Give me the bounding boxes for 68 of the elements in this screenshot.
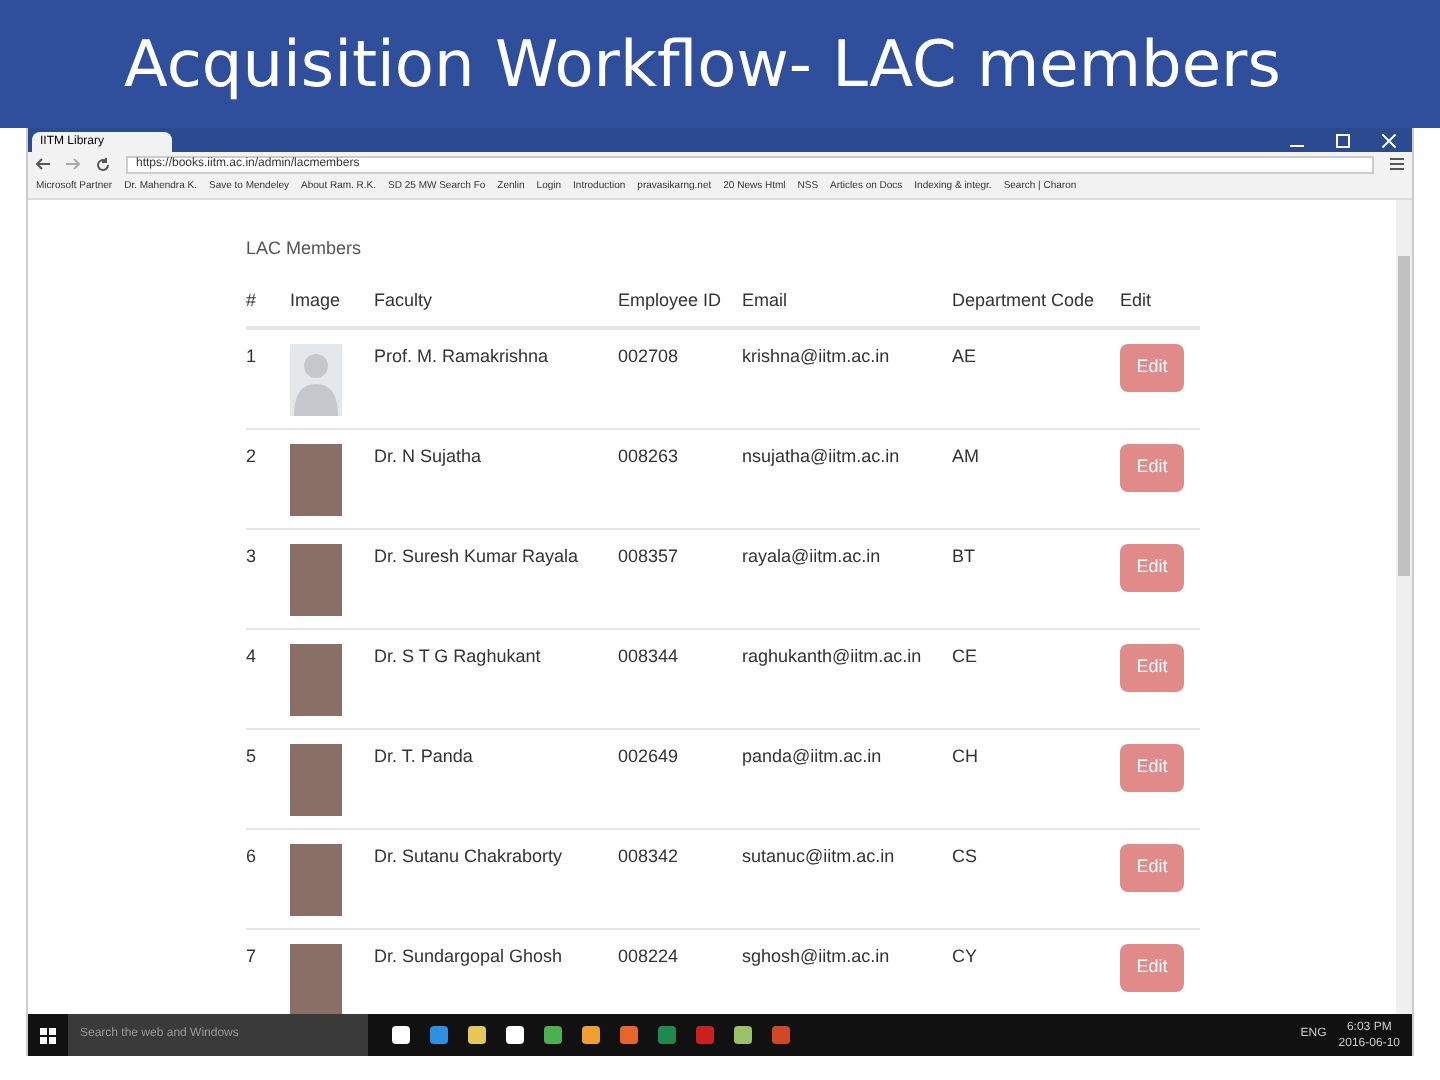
department-code: BT [952, 546, 976, 566]
photo-placeholder [290, 544, 342, 616]
employee-id: 002708 [618, 346, 679, 366]
slide-title: Acquisition Workflow- LAC members [124, 24, 1281, 106]
taskbar-app-icon[interactable] [658, 1026, 676, 1044]
email-address: rayala@iitm.ac.in [742, 546, 881, 566]
row-number: 4 [246, 646, 257, 666]
department-code: CE [952, 646, 978, 666]
department-code: AE [952, 346, 977, 366]
faculty-name: Dr. Suresh Kumar Rayala [374, 546, 579, 566]
column-header: # [246, 289, 257, 309]
taskbar-app-icon[interactable] [468, 1026, 486, 1044]
employee-id: 008344 [618, 646, 679, 666]
email-address: sghosh@iitm.ac.in [742, 946, 890, 966]
column-header: Department Code [952, 289, 1095, 309]
taskbar-app-icon[interactable] [734, 1026, 752, 1044]
faculty-name: Dr. N Sujatha [374, 446, 482, 466]
department-code: AM [952, 446, 979, 466]
taskbar-app-icon[interactable] [430, 1026, 448, 1044]
photo-placeholder [290, 444, 342, 516]
faculty-name: Dr. T. Panda [374, 746, 473, 766]
column-header: Employee ID [618, 289, 722, 309]
taskbar-app-icon[interactable] [544, 1026, 562, 1044]
faculty-name: Dr. S T G Raghukant [374, 646, 541, 666]
employee-id: 008224 [618, 946, 679, 966]
taskbar-app-icon[interactable] [582, 1026, 600, 1044]
column-header: Image [290, 289, 341, 309]
email-address: panda@iitm.ac.in [742, 746, 882, 766]
menu-icon[interactable] [1390, 158, 1404, 170]
column-header: Email [742, 289, 788, 309]
employee-id: 002649 [618, 746, 679, 766]
taskbar-app-icon[interactable] [772, 1026, 790, 1044]
photo-placeholder [290, 744, 342, 816]
employee-id: 008357 [618, 546, 679, 566]
reload-icon[interactable] [96, 157, 110, 171]
page-heading: LAC Members [246, 236, 364, 262]
row-number: 7 [246, 946, 257, 966]
scrollbar[interactable] [1396, 200, 1412, 1014]
employee-id: 008263 [618, 446, 679, 466]
close-icon[interactable] [1382, 134, 1396, 148]
back-arrow-icon[interactable] [36, 158, 50, 170]
email-address: nsujatha@iitm.ac.in [742, 446, 900, 466]
photo-placeholder [290, 644, 342, 716]
taskbar-app-icon[interactable] [506, 1026, 524, 1044]
photo-placeholder [290, 844, 342, 916]
department-code: CY [952, 946, 978, 966]
avatar-silhouette-icon [290, 344, 342, 416]
faculty-name: Dr. Sundargopal Ghosh [374, 946, 563, 966]
windows-logo-icon[interactable] [40, 1027, 56, 1043]
row-number: 5 [246, 746, 257, 766]
email-address: sutanuc@iitm.ac.in [742, 846, 895, 866]
employee-id: 008342 [618, 846, 679, 866]
row-number: 2 [246, 446, 257, 466]
faculty-name: Dr. Sutanu Chakraborty [374, 846, 563, 866]
maximize-icon[interactable] [1336, 134, 1350, 148]
email-address: krishna@iitm.ac.in [742, 346, 890, 366]
row-number: 3 [246, 546, 257, 566]
faculty-name: Prof. M. Ramakrishna [374, 346, 549, 366]
department-code: CH [952, 746, 978, 766]
taskbar-app-icon[interactable] [392, 1026, 410, 1044]
photo-placeholder [290, 944, 342, 1014]
row-number: 6 [246, 846, 257, 866]
row-number: 1 [246, 346, 257, 366]
taskbar-app-icon[interactable] [620, 1026, 638, 1044]
department-code: CS [952, 846, 978, 866]
email-address: raghukanth@iitm.ac.in [742, 646, 922, 666]
column-header: Edit [1120, 289, 1152, 309]
column-header: Faculty [374, 289, 433, 309]
